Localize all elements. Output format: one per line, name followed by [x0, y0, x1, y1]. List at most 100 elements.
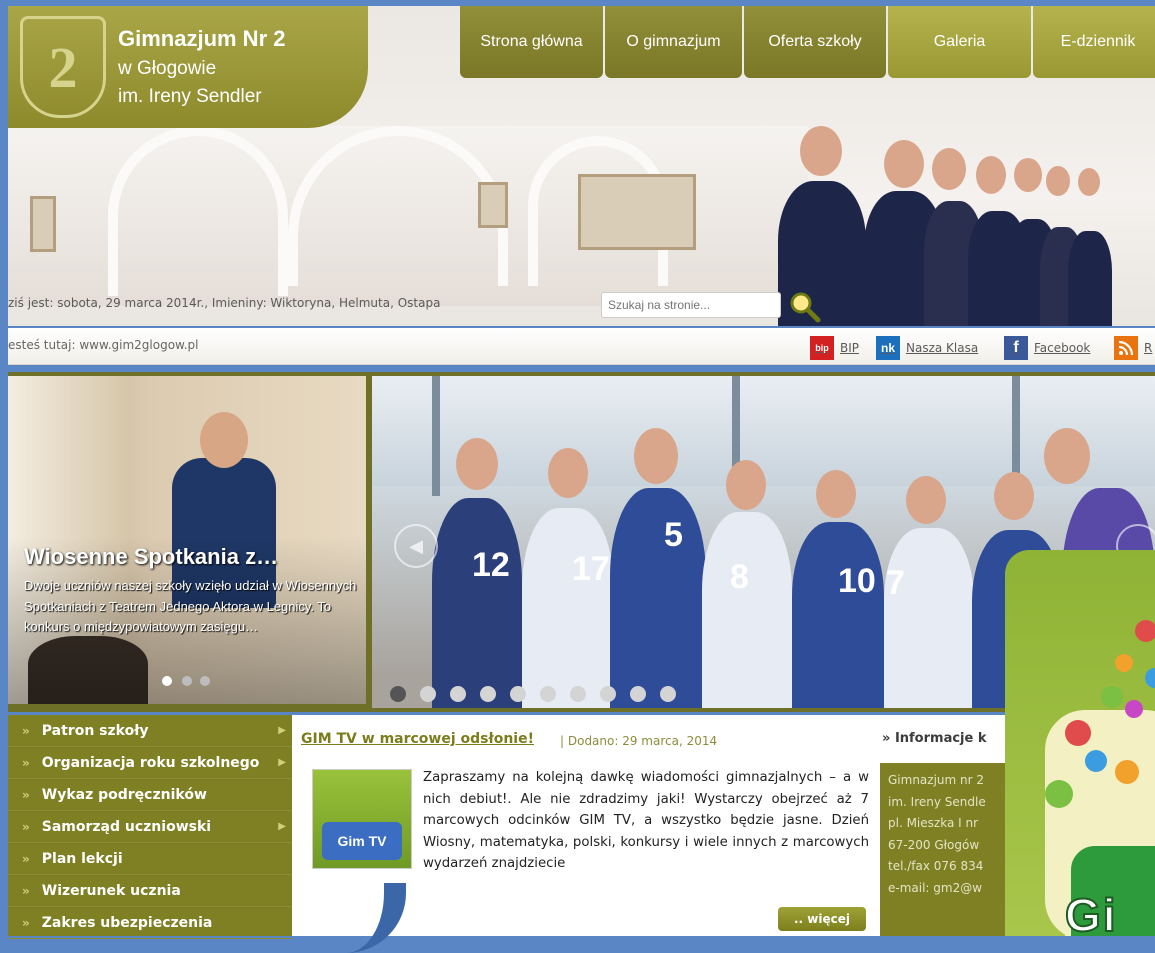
facebook-link[interactable]: f Facebook [1004, 336, 1090, 360]
rss-link[interactable]: R [1114, 336, 1152, 360]
jersey-number: 5 [664, 516, 683, 554]
slide-dot[interactable] [600, 686, 616, 702]
sidebar-item-student-image[interactable]: » Wizerunek ucznia [8, 875, 292, 907]
slide-dot[interactable] [450, 686, 466, 702]
read-more-button[interactable]: .. więcej [778, 907, 866, 931]
double-chevron-icon: » [22, 883, 30, 898]
news-slider: Wiosenne Spotkania z… Dwoje uczniów nasz… [8, 372, 1155, 712]
rss-icon [1114, 336, 1138, 360]
nav-home[interactable]: Strona główna [460, 6, 603, 78]
sidebar-item-textbooks[interactable]: » Wykaz podręczników [8, 779, 292, 811]
article-thumbnail[interactable]: Gim TV [312, 769, 412, 869]
slide-dot[interactable] [480, 686, 496, 702]
menu-item-label: Plan lekcji [41, 850, 123, 867]
nav-about[interactable]: O gimnazjum [605, 6, 742, 78]
header: 2 Gimnazjum Nr 2 w Głogowie im. Ireny Se… [8, 6, 1155, 326]
slide-dot[interactable] [182, 676, 192, 686]
gim-tv-promo[interactable]: Gi [1005, 550, 1155, 936]
bip-label: BIP [840, 341, 860, 355]
info-line: im. Ireny Sendle [888, 795, 986, 809]
jersey-number: 12 [472, 546, 510, 584]
students-photo [768, 126, 1128, 326]
nasza-klasa-label: Nasza Klasa [906, 341, 979, 355]
search-input[interactable] [601, 292, 781, 318]
jersey-number: 7 [886, 564, 905, 602]
nk-icon: nk [876, 336, 900, 360]
slide-dot[interactable] [162, 676, 172, 686]
sidebar-item-patron[interactable]: » Patron szkoły ▶ [8, 715, 292, 747]
bip-icon: bip [810, 336, 834, 360]
chevron-right-icon: ▶ [278, 821, 286, 832]
school-patron: im. Ireny Sendler [118, 86, 262, 107]
search-icon[interactable] [788, 290, 822, 324]
sidebar-item-school-year[interactable]: » Organizacja roku szkolnego ▶ [8, 747, 292, 779]
info-line: pl. Mieszka I nr [888, 816, 978, 830]
sidebar-menu: » Patron szkoły ▶ » Organizacja roku szk… [8, 715, 292, 939]
school-name: Gimnazjum Nr 2 [118, 26, 286, 51]
breadcrumb-bar: esteś tutaj: www.gim2glogow.pl bip BIP n… [8, 328, 1155, 365]
slide-dot[interactable] [540, 686, 556, 702]
chevron-right-icon: ▶ [278, 725, 286, 736]
date-nameday-line: ziś jest: sobota, 29 marca 2014r., Imien… [8, 296, 441, 310]
sidebar-item-timetable[interactable]: » Plan lekcji [8, 843, 292, 875]
menu-item-label: Zakres ubezpieczenia [41, 914, 213, 931]
slide-dot[interactable] [660, 686, 676, 702]
featured-news-title[interactable]: Wiosenne Spotkania z… [24, 544, 278, 570]
nav-gallery[interactable]: Galeria [888, 6, 1031, 78]
sidebar-item-student-council[interactable]: » Samorząd uczniowski ▶ [8, 811, 292, 843]
info-line: 67-200 Głogów [888, 838, 980, 852]
menu-item-label: Wizerunek ucznia [41, 882, 181, 899]
nav-offer[interactable]: Oferta szkoły [744, 6, 886, 78]
rss-label: R [1144, 341, 1153, 355]
article-title-link[interactable]: GIM TV w marcowej odsłonie! [301, 731, 534, 747]
decorative-arc [324, 883, 406, 953]
school-city: w Głogowie [118, 58, 217, 79]
menu-item-label: Patron szkoły [41, 722, 149, 739]
double-chevron-icon: » [22, 723, 30, 738]
info-panel-title: Informacje k [894, 731, 987, 746]
school-crest-icon: 2 [20, 16, 106, 118]
slide-dot[interactable] [630, 686, 646, 702]
jersey-number: 8 [730, 558, 749, 596]
featured-news-slide[interactable]: Wiosenne Spotkania z… Dwoje uczniów nasz… [8, 376, 366, 704]
breadcrumb: esteś tutaj: www.gim2glogow.pl [8, 338, 199, 352]
nav-e-diary[interactable]: E-dziennik [1033, 6, 1155, 78]
double-chevron-icon: » [22, 787, 30, 802]
menu-item-label: Organizacja roku szkolnego [41, 754, 260, 771]
slide-dot[interactable] [200, 676, 210, 686]
double-chevron-icon: » [882, 731, 891, 746]
chevron-right-icon: ▶ [278, 757, 286, 768]
facebook-icon: f [1004, 336, 1028, 360]
hallway-panorama [8, 126, 808, 306]
info-line: Gimnazjum nr 2 [888, 773, 985, 787]
bip-link[interactable]: bip BIP [810, 336, 859, 360]
double-chevron-icon: » [22, 755, 30, 770]
school-logo-banner[interactable]: 2 Gimnazjum Nr 2 w Głogowie im. Ireny Se… [8, 6, 368, 128]
nasza-klasa-link[interactable]: nk Nasza Klasa [876, 336, 978, 360]
slide-dot[interactable] [510, 686, 526, 702]
double-chevron-icon: » [22, 915, 30, 930]
news-article: GIM TV w marcowej odsłonie! | Dodano: 29… [292, 715, 880, 953]
promo-label: Gi [1064, 888, 1118, 936]
jersey-number: 17 [572, 550, 610, 588]
info-panel-header: » Informacje k [880, 715, 1006, 763]
slide-dot[interactable] [570, 686, 586, 702]
article-date: | Dodano: 29 marca, 2014 [560, 734, 718, 748]
jersey-number: 10 [838, 562, 876, 600]
contact-info-panel: » Informacje k Gimnazjum nr 2 im. Ireny … [880, 715, 1006, 936]
facebook-label: Facebook [1034, 341, 1091, 355]
double-chevron-icon: » [22, 851, 30, 866]
info-line: tel./fax 076 834 [888, 859, 984, 873]
article-excerpt: Zapraszamy na kolejną dawkę wiadomości g… [423, 770, 869, 872]
slide-dot[interactable] [420, 686, 436, 702]
main-navigation: Strona główna O gimnazjum Oferta szkoły … [460, 6, 1155, 82]
slider-prev-icon[interactable]: ◀ [394, 524, 438, 568]
double-chevron-icon: » [22, 819, 30, 834]
gim-tv-logo: Gim TV [322, 822, 402, 860]
menu-item-label: Wykaz podręczników [41, 786, 207, 803]
info-line: e-mail: gm2@w [888, 881, 983, 895]
menu-item-label: Samorząd uczniowski [41, 818, 212, 835]
featured-news-text: Dwoje uczniów naszej szkoły wzięło udzia… [24, 578, 357, 634]
sidebar-item-insurance[interactable]: » Zakres ubezpieczenia [8, 907, 292, 939]
slide-dot[interactable] [390, 686, 406, 702]
